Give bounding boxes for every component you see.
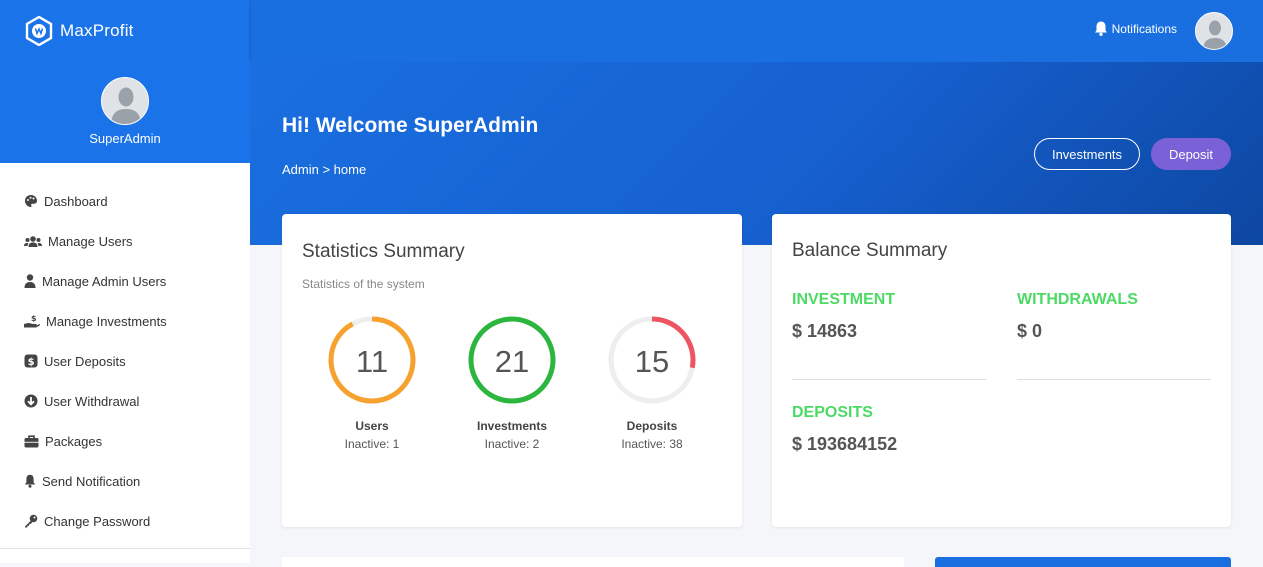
sidebar-divider [0,548,250,549]
sidebar-menu: Dashboard Manage Users Manage Admin User… [0,163,250,541]
statistics-summary-card: Statistics Summary Statistics of the sys… [282,214,742,527]
balance-summary-card: Balance Summary INVESTMENT $ 14863 WITHD… [772,214,1231,527]
sidebar-item-dashboard[interactable]: Dashboard [0,181,250,221]
svg-text:$: $ [28,357,35,368]
investment-label: INVESTMENT [792,291,896,308]
key-icon [24,514,38,528]
sidebar-item-user-deposits[interactable]: $ User Deposits [0,341,250,381]
top-navbar: Notifications [250,0,1263,62]
sidebar-item-label: Change Password [44,513,151,529]
breadcrumb: Admin > home [282,162,367,177]
dollar-badge-icon: $ [24,354,38,368]
withdrawals-label: WITHDRAWALS [1017,291,1138,308]
divider [1017,379,1211,380]
sidebar-item-packages[interactable]: Packages [0,421,250,461]
investments-label: Investments [476,419,548,433]
brand-bar: MaxProfit [0,0,250,62]
deposit-button[interactable]: Deposit [1151,138,1231,170]
user-avatar-icon [102,78,148,124]
sidebar-item-label: User Deposits [44,353,126,369]
deposits-stat: 15 Deposits Inactive: 38 [582,314,722,451]
page-title: Hi! Welcome SuperAdmin [282,114,539,137]
deposits-balance: DEPOSITS $ 193684152 [792,404,897,455]
sidebar-item-label: Manage Investments [46,313,167,329]
card-title: Balance Summary [792,240,948,261]
lower-card-right [935,557,1231,567]
card-title: Statistics Summary [302,241,465,262]
sidebar-item-manage-investments[interactable]: $ Manage Investments [0,301,250,341]
lower-card-left [282,557,904,567]
sidebar-item-label: Dashboard [44,193,108,209]
card-subtitle: Statistics of the system [302,277,425,291]
brand-name[interactable]: MaxProfit [60,21,134,41]
divider [792,379,986,380]
users-stat: 11 Users Inactive: 1 [302,314,442,451]
investment-value: $ 14863 [792,321,858,341]
users-count: 11 [355,344,389,379]
sidebar: Dashboard Manage Users Manage Admin User… [0,163,250,563]
sidebar-item-label: User Withdrawal [44,393,140,409]
investments-button[interactable]: Investments [1034,138,1140,170]
svg-text:$: $ [31,314,37,323]
investments-inactive: Inactive: 2 [484,437,540,451]
hexagon-logo-icon[interactable] [24,15,54,47]
briefcase-icon [24,434,39,448]
sidebar-item-send-notification[interactable]: Send Notification [0,461,250,501]
sidebar-item-manage-admin-users[interactable]: Manage Admin Users [0,261,250,301]
sidebar-item-change-password[interactable]: Change Password [0,501,250,541]
deposits-label: Deposits [626,419,678,433]
profile-name: SuperAdmin [89,131,161,146]
users-inactive: Inactive: 1 [344,437,400,451]
notifications-label: Notifications [1111,21,1177,36]
sidebar-profile: SuperAdmin [0,62,250,163]
bell-icon [1094,21,1107,36]
sidebar-item-label: Manage Admin Users [42,273,167,289]
sidebar-item-manage-users[interactable]: Manage Users [0,221,250,261]
bell-icon [24,474,36,488]
investment-balance: INVESTMENT $ 14863 [792,291,895,342]
user-icon [24,274,36,288]
withdrawals-balance: WITHDRAWALS $ 0 [1017,291,1138,342]
sidebar-item-label: Manage Users [48,233,133,249]
users-label: Users [355,419,389,433]
sidebar-item-label: Packages [45,433,103,449]
sidebar-item-label: Send Notification [42,473,141,489]
profile-avatar[interactable] [101,77,149,125]
user-avatar-icon [1196,13,1232,49]
statistics-rings: 11 Users Inactive: 1 21 Investments Inac… [282,314,742,474]
arrow-down-circle-icon [24,394,38,408]
withdrawals-value: $ 0 [1017,321,1043,341]
users-icon [24,234,42,248]
investments-stat: 21 Investments Inactive: 2 [442,314,582,451]
deposits-value: $ 193684152 [792,434,898,454]
sidebar-item-user-withdrawal[interactable]: User Withdrawal [0,381,250,421]
avatar[interactable] [1195,12,1233,50]
deposits-label: DEPOSITS [792,404,873,421]
deposits-count: 15 [634,344,670,379]
palette-icon [24,194,38,208]
deposits-inactive: Inactive: 38 [621,437,683,451]
investments-count: 21 [494,344,530,379]
hand-dollar-icon: $ [24,314,40,328]
notifications-link[interactable]: Notifications [1093,20,1177,37]
